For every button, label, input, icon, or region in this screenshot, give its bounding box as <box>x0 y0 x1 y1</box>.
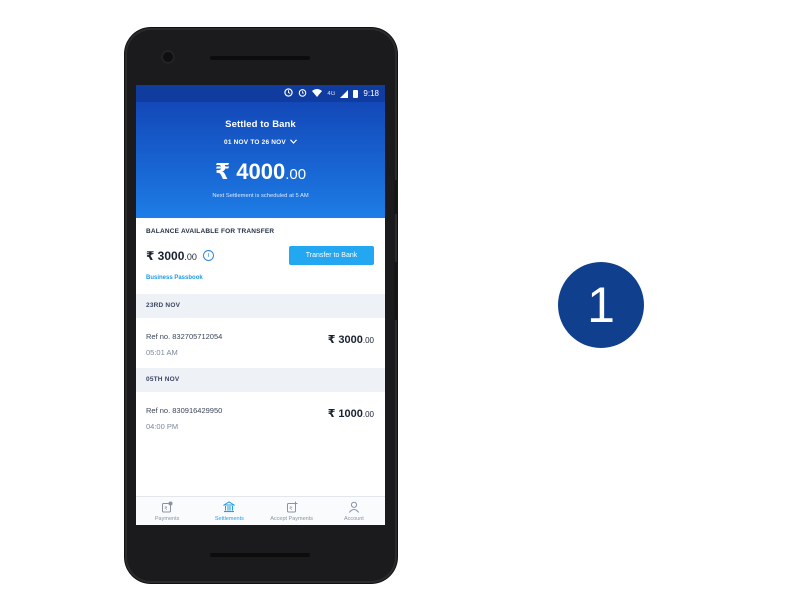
svg-text:₹: ₹ <box>164 506 167 512</box>
front-camera <box>161 50 175 64</box>
balance-amount: ₹ 3000.00 <box>146 249 197 263</box>
wifi-icon <box>312 88 323 99</box>
accept-payments-icon: ₹ <box>286 501 298 513</box>
alarm-icon <box>298 88 307 99</box>
status-time: 9:18 <box>363 89 379 98</box>
settlement-amount-decimal: .00 <box>362 410 374 419</box>
balance-amount-main: ₹ 3000 <box>146 249 185 263</box>
date-range-label: 01 NOV TO 26 NOV <box>224 139 286 146</box>
step-number-badge: 1 <box>558 262 644 348</box>
business-passbook-link[interactable]: Business Passbook <box>146 275 203 281</box>
nav-payments[interactable]: ₹ Payments <box>136 497 198 525</box>
settlement-row[interactable]: Ref no. 832705712054 05:01 AM ₹ 3000.00 <box>136 318 385 368</box>
nav-settlements[interactable]: Settlements <box>198 497 260 525</box>
settlement-ref: Ref no. 830916429950 <box>146 406 223 415</box>
transfer-to-bank-button[interactable]: Transfer to Bank <box>289 246 374 265</box>
nav-account[interactable]: Account <box>323 497 385 525</box>
balance-card: BALANCE AVAILABLE FOR TRANSFER ₹ 3000.00… <box>136 218 385 294</box>
date-header: 23RD NOV <box>136 294 385 318</box>
bank-icon <box>223 501 236 513</box>
bottom-speaker <box>210 553 310 557</box>
volume-button <box>394 262 398 320</box>
settled-amount-decimal: .00 <box>285 166 307 183</box>
settlement-amount: ₹ 1000.00 <box>328 407 374 420</box>
nav-accept-payments-label: Accept Payments <box>270 516 314 522</box>
settlement-amount: ₹ 3000.00 <box>328 333 374 346</box>
signal-icon <box>340 89 349 98</box>
stage: 4G 9:18 Settled to Bank 01 NOV TO 26 NOV… <box>0 0 800 600</box>
person-icon <box>348 501 360 513</box>
sync-icon <box>284 88 294 99</box>
nav-accept-payments[interactable]: ₹ Accept Payments <box>261 497 323 525</box>
page-title: Settled to Bank <box>225 119 296 130</box>
settlement-row[interactable]: Ref no. 830916429950 04:00 PM ₹ 1000.00 <box>136 392 385 442</box>
balance-title: BALANCE AVAILABLE FOR TRANSFER <box>146 228 275 235</box>
top-speaker <box>210 56 310 60</box>
nav-settlements-label: Settlements <box>214 516 244 522</box>
settlement-amount-main: ₹ 3000 <box>327 334 363 346</box>
app-screen: 4G 9:18 Settled to Bank 01 NOV TO 26 NOV… <box>136 85 385 525</box>
date-range-selector[interactable]: 01 NOV TO 26 NOV <box>136 139 385 146</box>
svg-text:₹: ₹ <box>289 506 292 512</box>
status-bar: 4G 9:18 <box>136 85 385 102</box>
next-settlement-note: Next Settlement is scheduled at 5 AM <box>212 193 309 199</box>
network-type: 4G <box>327 90 336 97</box>
nav-payments-label: Payments <box>154 516 180 522</box>
settlement-amount-main: ₹ 1000 <box>327 408 363 420</box>
battery-icon <box>353 89 359 98</box>
settlement-ref: Ref no. 832705712054 <box>146 332 223 341</box>
power-button <box>394 180 398 214</box>
settlement-amount-decimal: .00 <box>362 336 374 345</box>
info-icon[interactable]: i <box>203 250 214 261</box>
settlement-header: Settled to Bank 01 NOV TO 26 NOV ₹ 4000.… <box>136 102 385 218</box>
chevron-down-icon <box>290 139 297 146</box>
date-header: 05TH NOV <box>136 368 385 392</box>
bottom-navigation: ₹ Payments Settlements ₹ Accept Payments <box>136 496 385 525</box>
settlement-time: 05:01 AM <box>146 348 178 357</box>
nav-account-label: Account <box>343 516 364 522</box>
payments-icon: ₹ <box>161 501 173 513</box>
balance-amount-decimal: .00 <box>184 252 197 262</box>
settled-amount: ₹ 4000.00 <box>136 159 385 185</box>
settlement-time: 04:00 PM <box>146 422 179 431</box>
settled-amount-main: ₹ 4000 <box>214 159 286 184</box>
